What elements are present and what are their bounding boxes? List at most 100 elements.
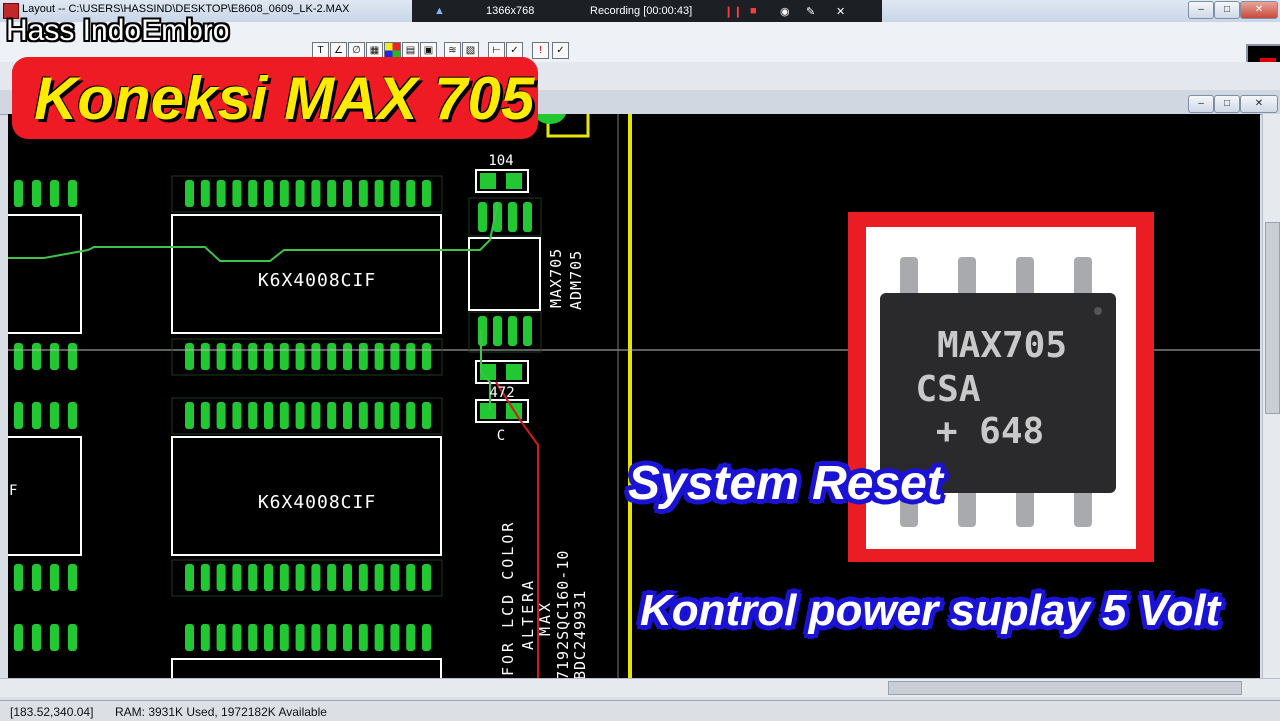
smd-pad	[295, 624, 305, 651]
max705-label: MAX705	[547, 248, 565, 308]
smd-pad	[390, 402, 400, 429]
footprint-outline	[171, 338, 443, 376]
cap-pad	[480, 364, 496, 380]
smd-pad	[50, 564, 59, 591]
smd-pad	[478, 202, 487, 232]
smd-pad	[279, 402, 289, 429]
smd-pad	[374, 180, 384, 207]
channel-name: Hass IndoEmbro	[6, 14, 230, 47]
smd-pad	[311, 402, 321, 429]
smd-pad	[295, 180, 305, 207]
smd-pad	[185, 402, 194, 429]
smd-pad	[406, 564, 416, 591]
chip-pin	[1074, 257, 1092, 299]
smd-pad	[508, 316, 517, 346]
smd-pad	[185, 564, 194, 591]
smd-pad	[68, 180, 77, 207]
smd-pad	[68, 624, 77, 651]
doc-close-button[interactable]: ✕	[1240, 95, 1278, 113]
smd-pad	[406, 343, 416, 370]
smd-pad	[50, 343, 59, 370]
left-chip-outline-top	[8, 214, 82, 334]
chip-marking-line3: + 648	[936, 411, 1044, 452]
note-part-number: 7192SQC160-10	[554, 550, 572, 678]
footprint-outline	[171, 559, 443, 597]
smd-pad	[200, 402, 210, 429]
cap-label-104: 104	[488, 153, 513, 169]
smd-pad	[390, 180, 400, 207]
doc-minimize-button[interactable]: –	[1188, 95, 1214, 113]
smd-pad	[343, 402, 352, 429]
smd-pad	[248, 402, 258, 429]
chip-marking-line1: MAX705	[937, 325, 1067, 366]
maximize-button[interactable]: □	[1214, 1, 1240, 19]
status-bar: [183.52,340.04] RAM: 3931K Used, 1972182…	[0, 700, 1280, 721]
smd-pad	[200, 564, 210, 591]
stop-icon[interactable]: ■	[750, 5, 757, 17]
smd-pad	[216, 343, 226, 370]
note-max: MAX	[536, 600, 554, 636]
smd-pad	[68, 402, 77, 429]
cap-pad	[480, 403, 496, 419]
smd-pad	[422, 402, 431, 429]
horizontal-scrollbar[interactable]	[0, 678, 1280, 697]
smd-pad	[264, 343, 273, 370]
doc-maximize-button[interactable]: □	[1214, 95, 1240, 113]
smd-pad	[14, 624, 23, 651]
horizontal-scroll-thumb[interactable]	[888, 681, 1242, 695]
smd-pad	[311, 564, 321, 591]
minimize-button[interactable]: –	[1188, 1, 1214, 19]
pen-icon[interactable]: ✎	[806, 5, 815, 18]
cap-label-c: C	[497, 428, 505, 444]
smd-pad	[279, 624, 289, 651]
smd-pad	[327, 624, 337, 651]
smd-pad	[264, 402, 273, 429]
smd-pad	[248, 180, 258, 207]
smd-pad	[358, 564, 368, 591]
smd-pad	[279, 343, 289, 370]
smd-pad	[264, 624, 273, 651]
smd-pad	[32, 343, 41, 370]
smd-pad	[327, 402, 337, 429]
note-altera: ALTERA	[519, 578, 537, 650]
close-recorder-icon[interactable]: ✕	[836, 5, 845, 18]
smd-pad	[358, 180, 368, 207]
board-edge-line	[628, 114, 632, 678]
pin-icon[interactable]: ▲	[434, 5, 445, 17]
smd-pad	[374, 624, 384, 651]
smd-pad	[248, 564, 258, 591]
drc-check-icon[interactable]: ✓	[552, 42, 569, 59]
recording-toolbar: ▲ 1366x768 Recording [00:00:43] ❙❙ ■ ◉ ✎…	[412, 0, 882, 24]
vertical-scrollbar[interactable]	[1262, 114, 1280, 678]
close-button[interactable]: ✕	[1240, 1, 1278, 19]
smd-pad	[68, 343, 77, 370]
smd-pad	[374, 564, 384, 591]
smd-pad	[14, 180, 23, 207]
smd-pad	[311, 624, 321, 651]
smd-pad	[68, 564, 77, 591]
smd-pad	[406, 402, 416, 429]
smd-pad	[295, 343, 305, 370]
smd-pad	[295, 402, 305, 429]
smd-pad	[232, 564, 242, 591]
chip-pin	[1016, 257, 1034, 299]
smd-pad	[32, 402, 41, 429]
smd-pad	[311, 343, 321, 370]
smd-pad	[374, 402, 384, 429]
smd-pad	[14, 402, 23, 429]
alert-icon[interactable]: !	[532, 42, 549, 59]
smd-pad	[216, 564, 226, 591]
recording-resolution: 1366x768	[486, 5, 535, 17]
chip-label-top: K6X4008CIF	[258, 270, 376, 291]
smd-pad	[50, 180, 59, 207]
smd-pad	[200, 343, 210, 370]
vertical-scroll-thumb[interactable]	[1265, 222, 1280, 414]
camera-icon[interactable]: ◉	[780, 5, 790, 18]
footprint-outline	[171, 175, 443, 213]
smd-pad	[232, 402, 242, 429]
smd-pad	[14, 564, 23, 591]
note-serial: BDC249931	[571, 590, 589, 678]
pause-icon[interactable]: ❙❙	[724, 5, 742, 18]
smd-pad	[523, 316, 532, 346]
smd-pad	[200, 624, 210, 651]
